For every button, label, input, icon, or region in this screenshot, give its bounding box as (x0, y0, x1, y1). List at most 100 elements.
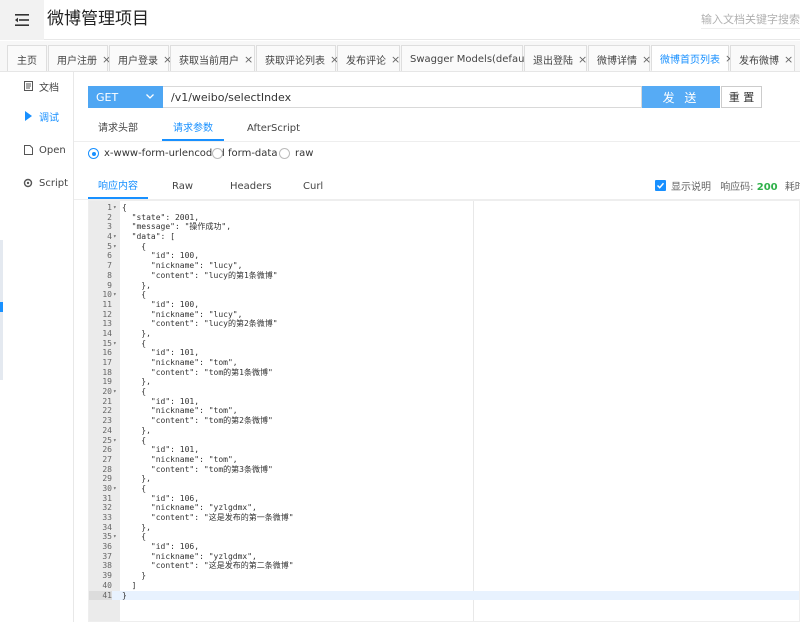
tab-response-raw[interactable]: Raw (172, 175, 193, 199)
line-number: 21 (102, 396, 112, 406)
fold-toggle-icon[interactable]: ▾ (113, 532, 117, 542)
line-number: 16 (102, 348, 112, 358)
code-line: 40 ] (89, 581, 799, 591)
radio-urlencoded[interactable]: x-www-form-urlencoded (88, 148, 225, 159)
code-line: 33 "content": "这是发布的第一条微博" (89, 513, 799, 523)
tab-after-script[interactable]: AfterScript (247, 117, 300, 141)
code-line: 11 "id": 100, (89, 299, 799, 310)
fold-toggle-icon[interactable]: ▾ (113, 339, 117, 349)
fold-toggle-icon[interactable]: ▾ (113, 290, 117, 300)
tab-10[interactable]: 发布微博 × (730, 45, 795, 71)
fold-toggle-icon[interactable]: ▾ (113, 436, 117, 446)
close-icon[interactable]: × (784, 53, 793, 66)
tab-3[interactable]: 获取当前用户 × (170, 45, 255, 71)
sidebar-scroll-thumb[interactable] (0, 302, 3, 312)
tab-response-curl[interactable]: Curl (303, 175, 323, 199)
code-line: 9 }, (89, 281, 799, 291)
close-icon[interactable]: × (578, 53, 587, 66)
line-number: 6 (107, 251, 112, 261)
fold-toggle-icon[interactable]: ▾ (113, 484, 117, 494)
code-line: 29 }, (89, 474, 799, 484)
line-number: 10 (102, 290, 112, 300)
code-text: "content": "lucy的第1条微博" (122, 270, 278, 280)
status-label: 响应码: (720, 182, 754, 193)
close-icon[interactable]: × (391, 53, 400, 66)
tab-bar: 主页 用户注册 × 用户登录 × 获取当前用户 × 获取评论列表 × 发布评论 × Swagger M… (0, 41, 800, 72)
code-text: "nickname": "yzlgdmx", (122, 551, 257, 561)
close-icon[interactable]: × (244, 53, 253, 66)
doc-search-input[interactable] (701, 11, 800, 29)
tab-response-content[interactable]: 响应内容 (88, 175, 148, 199)
sidebar-item-docs[interactable]: 文档 (0, 76, 74, 96)
fold-toggle-icon[interactable]: ▾ (113, 232, 117, 242)
code-text: "nickname": "tom", (122, 454, 238, 464)
tab-7[interactable]: 退出登陆 × (524, 45, 587, 71)
code-text: "nickname": "lucy", (122, 261, 243, 271)
open-icon (23, 145, 33, 155)
sidebar-item-label: 调试 (39, 112, 59, 124)
sidebar-item-label: 文档 (39, 82, 59, 94)
code-text: "nickname": "tom", (122, 406, 238, 416)
response-editor[interactable]: 1 ▾{2 "state": 2001, 3 "message": "操作成功", 4… (88, 200, 800, 622)
line-number: 34 (102, 522, 112, 532)
line-number: 20 (102, 387, 112, 397)
code-text: "id": 100, (122, 299, 200, 309)
code-text: { (122, 290, 147, 300)
radio-raw[interactable]: raw (279, 148, 313, 159)
tab-1[interactable]: 用户注册 × (48, 45, 111, 71)
tab-response-headers[interactable]: Headers (230, 175, 272, 199)
sidebar-item-open[interactable]: Open (0, 140, 74, 160)
tab-9[interactable]: 微博首页列表× (651, 45, 734, 71)
request-url-input[interactable] (163, 86, 642, 108)
tab-0[interactable]: 主页 (7, 45, 47, 71)
code-text: "nickname": "yzlgdmx", (122, 503, 257, 513)
tab-4[interactable]: 获取评论列表 × (256, 45, 339, 71)
code-line: 15 ▾ { (89, 339, 799, 349)
code-line: 24 }, (89, 426, 799, 436)
code-text: { (122, 387, 147, 397)
sidebar-item-script[interactable]: Script (0, 173, 74, 193)
line-number: 31 (102, 493, 112, 503)
http-method-select[interactable]: GET (88, 86, 163, 108)
code-line: 10 ▾ { (89, 290, 799, 300)
script-icon (23, 178, 33, 188)
line-number: 4 (107, 232, 112, 242)
http-method-value: GET (96, 90, 119, 104)
code-line: 30 ▾ { (89, 484, 799, 494)
tab-label: 用户注册 (57, 55, 97, 67)
tab-label: 发布微博 (739, 55, 779, 67)
reset-button[interactable]: 重 置 (721, 86, 762, 108)
tab-request-params[interactable]: 请求参数 (162, 117, 224, 141)
line-number: 13 (102, 319, 112, 329)
fold-toggle-icon[interactable]: ▾ (113, 242, 117, 252)
line-number: 33 (102, 513, 112, 522)
line-number: 12 (102, 309, 112, 319)
line-number: 41 (89, 590, 112, 601)
sidebar-item-debug[interactable]: 调试 (0, 106, 74, 126)
code-line: 16 "id": 101, (89, 348, 799, 358)
tab-label: 发布评论 (346, 55, 386, 67)
fold-toggle-icon[interactable]: ▾ (113, 387, 117, 397)
editor-code: 1 ▾{2 "state": 2001, 3 "message": "操作成功", 4… (89, 203, 799, 601)
radio-dot (279, 148, 290, 159)
radio-form-data[interactable]: form-data (212, 148, 277, 159)
tab-request-headers[interactable]: 请求头部 (98, 117, 138, 141)
show-description-checkbox[interactable] (655, 180, 666, 191)
tab-8[interactable]: 微博详情 × (588, 45, 651, 71)
code-line: 8 "content": "lucy的第1条微博" (89, 270, 799, 281)
code-line: 4 ▾ "data": [ (89, 232, 799, 242)
sidebar: 文档 调试 Open Script (0, 72, 74, 622)
tab-label: 获取当前用户 (179, 55, 239, 67)
menu-toggle-button[interactable] (0, 0, 44, 40)
code-line: 5 ▾ { (89, 242, 799, 252)
tab-5[interactable]: 发布评论 × (337, 45, 400, 71)
tab-6[interactable]: Swagger Models(default)× (401, 45, 549, 71)
tab-2[interactable]: 用户登录 × (109, 45, 172, 71)
code-text: "id": 101, (122, 348, 200, 358)
tab-label: 微博首页列表 (660, 54, 720, 66)
close-icon[interactable]: × (642, 53, 651, 66)
code-text: }, (122, 474, 151, 484)
fold-toggle-icon[interactable]: ▾ (113, 203, 117, 213)
tab-label: 退出登陆 (533, 55, 573, 67)
send-button[interactable]: 发 送 (642, 86, 720, 108)
